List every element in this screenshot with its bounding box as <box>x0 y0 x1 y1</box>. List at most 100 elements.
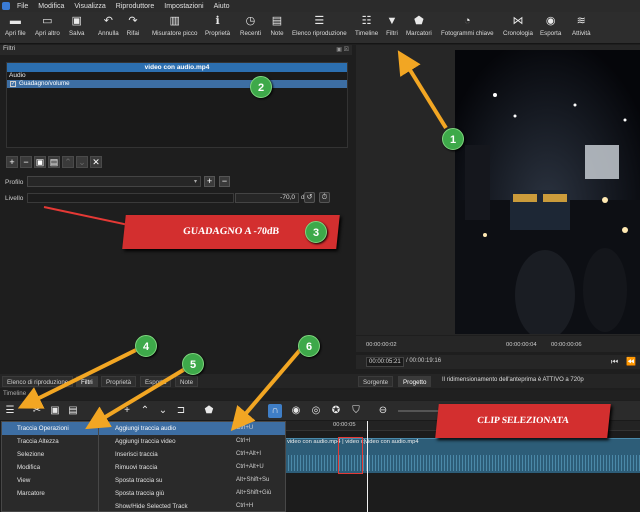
submenu-inserisci-traccia[interactable]: Inserisci traccia Ctrl+Alt+I <box>99 448 285 461</box>
reset-button[interactable]: ↺ <box>304 192 315 203</box>
eye-icon: ◉ <box>291 405 301 416</box>
paste-filter-button[interactable]: ▤ <box>48 156 60 168</box>
submenu-aggiungi-traccia-video[interactable]: Aggiungi traccia video Ctrl+I <box>99 435 285 448</box>
menu-modifica[interactable]: Modifica <box>33 3 69 10</box>
cut-button[interactable]: ✂ <box>30 404 44 418</box>
submenu-aggiungi-traccia-audio[interactable]: Aggiungi traccia audio Ctrl+U <box>99 422 285 435</box>
timeline-heading: Timeline <box>3 390 27 397</box>
hamburger-icon: ☰ <box>5 405 15 416</box>
filters-panel-title: Filtri ▣ ☒ <box>0 45 352 55</box>
submenu-sposta-traccia-giu[interactable]: Sposta traccia giù Alt+Shift+Giù <box>99 487 285 500</box>
open-other-button[interactable]: ▭ Apri altro <box>35 14 60 42</box>
remove-filter-button[interactable]: − <box>20 156 32 168</box>
history-button[interactable]: ⋈ Cronologia <box>503 14 533 42</box>
append-button[interactable]: + <box>120 404 134 418</box>
menu-item-traccia-operazioni[interactable]: Traccia Operazioni▶ <box>2 422 110 435</box>
current-time-field[interactable]: 00:00:05:21 <box>366 357 404 367</box>
menu-visualizza[interactable]: Visualizza <box>69 3 110 10</box>
redo-icon: ↷ <box>128 14 138 27</box>
tab-note[interactable]: Note <box>175 376 199 387</box>
timeline-menu-button[interactable]: ☰ <box>3 404 17 418</box>
redo-button[interactable]: ↷ Rifai <box>126 14 140 42</box>
profilo-label: Profilo <box>5 179 24 186</box>
open-file-button[interactable]: ▬ Apri file <box>5 14 26 42</box>
remove-preset-button[interactable]: − <box>219 176 230 187</box>
submenu-sposta-traccia-su[interactable]: Sposta traccia su Alt+Shift+Su <box>99 474 285 487</box>
menu-file[interactable]: File <box>12 3 33 10</box>
tab-sorgente[interactable]: Sorgente <box>358 376 394 387</box>
copy-filter-button[interactable]: ▣ <box>34 156 46 168</box>
properties-button[interactable]: ℹ Proprietà <box>205 14 230 42</box>
tab-playlist[interactable]: Elenco di riproduzione <box>2 376 74 387</box>
filter-item-gain[interactable]: ✓ Guadagno/volume <box>7 80 347 88</box>
lift-button[interactable]: ⌃ <box>138 404 152 418</box>
shortcut: Ctrl+Alt+I <box>236 451 262 457</box>
paste-icon: ▤ <box>68 405 78 416</box>
marker-icon: ⬟ <box>414 14 424 27</box>
skip-previous-icon[interactable]: ⏮ <box>611 357 618 367</box>
snap-button[interactable]: ∩ <box>268 404 282 418</box>
save-button[interactable]: ▣ Salva <box>69 14 84 42</box>
submenu-label: Inserisci traccia <box>115 451 158 458</box>
peak-meter-icon: ▥ <box>169 14 180 27</box>
step-badge: 4 <box>135 335 157 357</box>
submenu-rimuovi-traccia[interactable]: Rimuovi traccia Ctrl+Alt+U <box>99 461 285 474</box>
submenu-show-hide-track[interactable]: Show/Hide Selected Track Ctrl+H <box>99 500 285 512</box>
tab-filtri[interactable]: Filtri <box>76 376 98 387</box>
paste-button[interactable]: ▤ <box>66 404 80 418</box>
undo-button[interactable]: ↶ Annulla <box>98 14 119 42</box>
overwrite-button[interactable]: ⌄ <box>156 404 170 418</box>
menu-item-view[interactable]: View▶ <box>2 474 110 487</box>
recent-button[interactable]: ◷ Recenti <box>240 14 261 42</box>
filter-item-label: Guadagno/volume <box>19 80 70 87</box>
preview-ruler[interactable]: 00:00:00:02 00:00:00:04 00:00:00:06 <box>356 336 640 352</box>
tab-proprieta[interactable]: Proprietà <box>101 376 137 387</box>
panel-float-close-icon[interactable]: ▣ ☒ <box>336 46 349 53</box>
menu-aiuto[interactable]: Aiuto <box>209 3 235 10</box>
add-preset-button[interactable]: + <box>204 176 215 187</box>
move-up-button[interactable]: ⌃ <box>62 156 74 168</box>
peak-meter-button[interactable]: ▥ Misuratore picco <box>152 14 197 42</box>
export-button[interactable]: ◉ Esporta <box>540 14 561 42</box>
filter-list: video con audio.mp4 Audio ✓ Guadagno/vol… <box>6 62 348 148</box>
tab-progetto[interactable]: Progetto <box>398 376 432 387</box>
livello-slider[interactable] <box>27 193 234 203</box>
rewind-icon[interactable]: ⏪ <box>626 357 636 366</box>
filters-button[interactable]: ▼ Filtri <box>385 14 399 42</box>
copy-button[interactable]: ▣ <box>48 404 62 418</box>
profilo-dropdown[interactable]: ▾ <box>27 176 201 187</box>
menu-riproduttore[interactable]: Riproduttore <box>111 3 160 10</box>
keyframes-button[interactable]: ◔ Fotogrammi chiave <box>441 14 494 42</box>
notes-button[interactable]: ▤ Note <box>270 14 284 42</box>
menu-impostazioni[interactable]: Impostazioni <box>159 3 208 10</box>
split-button[interactable]: ⊐ <box>174 404 188 418</box>
menu-bar: File Modifica Visualizza Riproduttore Im… <box>0 0 640 12</box>
markers-button[interactable]: ⬟ Marcatori <box>406 14 432 42</box>
playlist-button[interactable]: ☰ Elenco riproduzione <box>292 14 347 42</box>
keyframe-toggle-button[interactable]: ⏱ <box>319 192 330 203</box>
jobs-button[interactable]: ≋ Attività <box>572 14 591 42</box>
menu-item-selezione[interactable]: Selezione▶ <box>2 448 110 461</box>
livello-value-field[interactable]: -70,0 ⇕ <box>235 193 307 203</box>
ripple-markers-button[interactable]: ⛉ <box>349 404 363 418</box>
submenu-label: Rimuovi traccia <box>115 464 158 471</box>
ripple-button[interactable]: ◎ <box>309 404 323 418</box>
undo-icon: ↶ <box>103 14 113 27</box>
move-down-button[interactable]: ⌄ <box>76 156 88 168</box>
shield-icon: ⛉ <box>352 405 360 416</box>
filter-enabled-checkbox[interactable]: ✓ <box>10 81 16 87</box>
ripple-all-button[interactable]: ✪ <box>329 404 343 418</box>
marker-button[interactable]: ⬟ <box>202 404 216 418</box>
menu-item-marcatore[interactable]: Marcatore▶ <box>2 487 110 500</box>
playhead[interactable] <box>367 421 368 512</box>
menu-item-modifica[interactable]: Modifica▶ <box>2 461 110 474</box>
timeline-button[interactable]: ☷ Timeline <box>355 14 378 42</box>
close-filter-button[interactable]: ✕ <box>90 156 102 168</box>
timeline-icon: ☷ <box>361 14 372 27</box>
scrub-button[interactable]: ◉ <box>289 404 303 418</box>
add-filter-button[interactable]: + <box>6 156 18 168</box>
menu-item-traccia-altezza[interactable]: Traccia Altezza▶ <box>2 435 110 448</box>
zoom-out-button[interactable]: ⊖ <box>376 404 390 418</box>
tab-esporta[interactable]: Esporta <box>140 376 172 387</box>
timeline-context-menu: Traccia Operazioni▶ Traccia Altezza▶ Sel… <box>1 421 111 512</box>
